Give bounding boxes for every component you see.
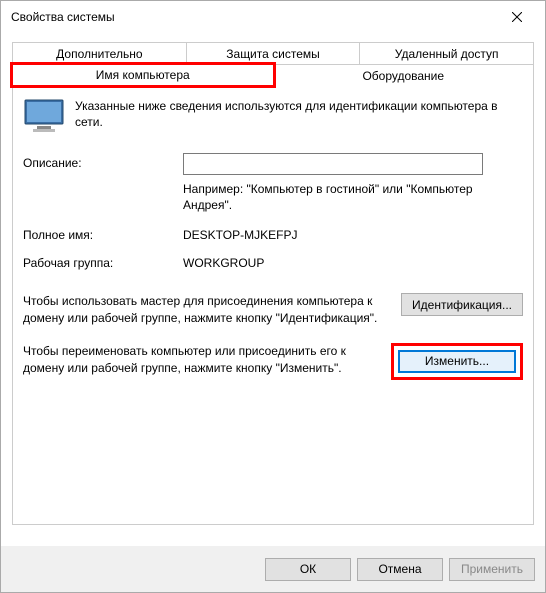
fullname-label: Полное имя: (23, 225, 183, 242)
tab-container: Дополнительно Защита системы Удаленный д… (11, 41, 535, 526)
identification-button[interactable]: Идентификация... (401, 293, 523, 316)
description-label: Описание: (23, 153, 183, 170)
tab-computer-name[interactable]: Имя компьютера (12, 64, 274, 86)
window-title: Свойства системы (11, 10, 115, 24)
cancel-button[interactable]: Отмена (357, 558, 443, 581)
titlebar: Свойства системы (1, 1, 545, 33)
system-properties-window: Свойства системы Дополнительно Защита си… (0, 0, 546, 593)
change-block: Чтобы переименовать компьютер или присое… (23, 343, 523, 380)
change-button[interactable]: Изменить... (398, 350, 516, 373)
tab-hardware[interactable]: Оборудование (274, 64, 535, 86)
description-input[interactable] (183, 153, 483, 175)
tab-panel-computer-name: Указанные ниже сведения используются для… (12, 85, 534, 525)
tab-row-1: Дополнительно Защита системы Удаленный д… (12, 42, 534, 64)
content-area: Дополнительно Защита системы Удаленный д… (1, 33, 545, 546)
dialog-buttons: ОК Отмена Применить (1, 546, 545, 592)
description-row: Описание: (23, 153, 523, 175)
close-button[interactable] (497, 3, 537, 31)
tab-advanced[interactable]: Дополнительно (12, 42, 187, 64)
ok-button[interactable]: ОК (265, 558, 351, 581)
close-icon (512, 12, 522, 22)
workgroup-row: Рабочая группа: WORKGROUP (23, 253, 523, 275)
change-text: Чтобы переименовать компьютер или присое… (23, 343, 383, 377)
monitor-icon (23, 98, 65, 139)
tab-system-protection[interactable]: Защита системы (187, 42, 361, 64)
workgroup-label: Рабочая группа: (23, 253, 183, 270)
intro-text: Указанные ниже сведения используются для… (75, 98, 523, 139)
fullname-value: DESKTOP-MJKEFPJ (183, 225, 297, 242)
workgroup-value: WORKGROUP (183, 253, 264, 270)
tab-row-2: Имя компьютера Оборудование (12, 64, 534, 86)
fullname-row: Полное имя: DESKTOP-MJKEFPJ (23, 225, 523, 247)
change-button-highlight: Изменить... (391, 343, 523, 380)
identification-block: Чтобы использовать мастер для присоедине… (23, 293, 523, 327)
intro-block: Указанные ниже сведения используются для… (23, 98, 523, 139)
tab-remote-access[interactable]: Удаленный доступ (360, 42, 534, 64)
description-hint: Например: "Компьютер в гостиной" или "Ко… (183, 181, 523, 213)
apply-button[interactable]: Применить (449, 558, 535, 581)
identification-text: Чтобы использовать мастер для присоедине… (23, 293, 393, 327)
